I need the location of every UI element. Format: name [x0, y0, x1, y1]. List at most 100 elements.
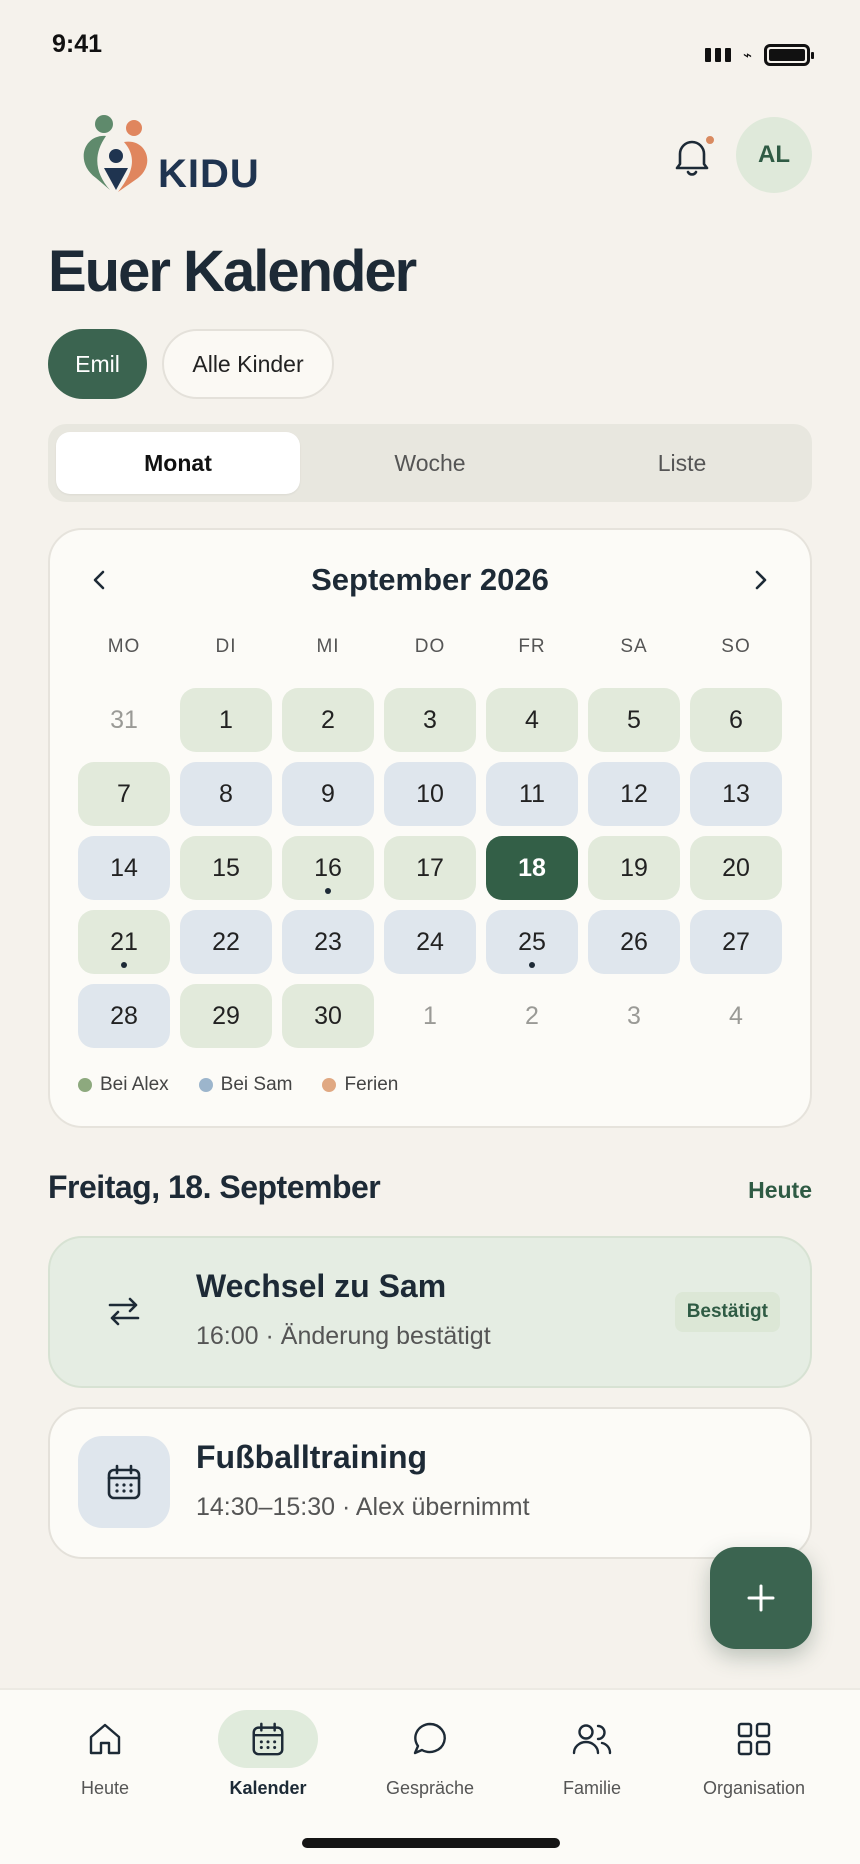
day-number: 9	[321, 779, 335, 808]
day-number: 3	[423, 705, 437, 734]
legend-holiday-dot	[322, 1078, 337, 1092]
calendar-day[interactable]: 29	[180, 984, 272, 1048]
day-number: 27	[722, 927, 750, 956]
day-number: 8	[219, 779, 233, 808]
avatar[interactable]: AL	[736, 117, 812, 193]
people-icon	[542, 1710, 642, 1768]
today-link[interactable]: Heute	[748, 1177, 812, 1204]
day-number: 5	[627, 705, 641, 734]
calendar-day[interactable]: 26	[588, 910, 680, 974]
calendar-day[interactable]: 25	[486, 910, 578, 974]
calendar-day: 3	[588, 984, 680, 1048]
grid-icon	[704, 1710, 804, 1768]
event-title: Fußballtraining	[196, 1439, 428, 1475]
calendar-day[interactable]: 12	[588, 762, 680, 826]
status-time: 9:41	[52, 30, 103, 58]
calendar-day[interactable]: 9	[282, 762, 374, 826]
chip-all-children[interactable]: Alle Kinder	[162, 329, 334, 399]
tab-month[interactable]: Monat	[56, 432, 300, 494]
event-subtitle: 16:00 · Änderung bestätigt	[196, 1322, 491, 1350]
tab-week[interactable]: Woche	[308, 432, 552, 494]
calendar-day[interactable]: 3	[384, 688, 476, 752]
calendar-icon	[218, 1710, 318, 1768]
next-month-button[interactable]	[740, 560, 780, 600]
calendar-day[interactable]: 24	[384, 910, 476, 974]
calendar-day[interactable]: 8	[180, 762, 272, 826]
weekday-label: MI	[316, 636, 340, 657]
add-event-button[interactable]	[710, 1547, 812, 1649]
day-number: 25	[518, 927, 546, 956]
brand-name: KIDU	[158, 152, 260, 196]
weekday-label: DO	[414, 636, 446, 657]
calendar-day[interactable]: 16	[282, 836, 374, 900]
legend-alex-label: Bei Alex	[100, 1074, 169, 1095]
calendar-day[interactable]: 6	[690, 688, 782, 752]
calendar-day[interactable]: 1	[180, 688, 272, 752]
calendar-day: 2	[486, 984, 578, 1048]
day-number: 29	[212, 1001, 240, 1030]
day-number: 7	[117, 779, 131, 808]
calendar-day[interactable]: 13	[690, 762, 782, 826]
calendar-day[interactable]: 4	[486, 688, 578, 752]
home-icon	[55, 1710, 155, 1768]
day-number: 19	[620, 853, 648, 882]
day-number: 10	[416, 779, 444, 808]
calendar-day[interactable]: 28	[78, 984, 170, 1048]
calendar-day[interactable]: 23	[282, 910, 374, 974]
event-dot	[529, 962, 535, 968]
day-number: 4	[729, 1001, 743, 1030]
calendar-day[interactable]: 7	[78, 762, 170, 826]
day-number: 21	[110, 927, 138, 956]
calendar-day[interactable]: 5	[588, 688, 680, 752]
tab-list[interactable]: Liste	[560, 432, 804, 494]
day-number: 4	[525, 705, 539, 734]
nav-calendar[interactable]: Kalender	[188, 1710, 348, 1799]
nav-organisation[interactable]: Organisation	[674, 1710, 834, 1799]
calendar-day[interactable]: 22	[180, 910, 272, 974]
day-number: 24	[416, 927, 444, 956]
calendar-day[interactable]: 15	[180, 836, 272, 900]
calendar-day[interactable]: 27	[690, 910, 782, 974]
day-number: 1	[219, 705, 233, 734]
nav-family-label: Familie	[562, 1778, 621, 1798]
chip-emil[interactable]: Emil	[48, 329, 147, 399]
status-badge: Bestätigt	[674, 1292, 780, 1332]
day-number: 22	[212, 927, 240, 956]
wifi-icon: ⌁	[742, 47, 752, 64]
calendar-day[interactable]: 21	[78, 910, 170, 974]
status-icons: ⌁	[704, 44, 814, 66]
calendar-day[interactable]: 30	[282, 984, 374, 1048]
calendar-day[interactable]: 14	[78, 836, 170, 900]
day-number: 3	[627, 1001, 641, 1030]
calendar-day[interactable]: 11	[486, 762, 578, 826]
calendar-day[interactable]: 10	[384, 762, 476, 826]
calendar-day[interactable]: 2	[282, 688, 374, 752]
calendar-day[interactable]: 17	[384, 836, 476, 900]
event-card-handover[interactable]: Wechsel zu Sam 16:00 · Änderung bestätig…	[48, 1236, 812, 1388]
plus-icon	[747, 1584, 775, 1612]
weekday-label: MO	[107, 636, 141, 657]
day-number: 17	[416, 853, 444, 882]
nav-organisation-label: Organisation	[702, 1778, 806, 1798]
nav-today[interactable]: Heute	[25, 1710, 185, 1799]
nav-chats[interactable]: Gespräche	[350, 1710, 510, 1799]
event-card-football[interactable]: Fußballtraining 14:30–15:30 · Alex übern…	[48, 1407, 812, 1559]
legend-sam: Bei Sam	[198, 1074, 293, 1096]
legend-alex-dot	[78, 1078, 92, 1092]
nav-family[interactable]: Familie	[512, 1710, 672, 1799]
weekday-label: SO	[721, 636, 751, 657]
day-number: 31	[110, 705, 138, 734]
calendar-day[interactable]: 19	[588, 836, 680, 900]
legend-sam-label: Bei Sam	[220, 1074, 293, 1095]
calendar-day[interactable]: 20	[690, 836, 782, 900]
day-number: 28	[110, 1001, 138, 1030]
day-number: 20	[722, 853, 750, 882]
day-number: 12	[620, 779, 648, 808]
nav-chats-label: Gespräche	[385, 1778, 475, 1798]
nav-today-label: Heute	[80, 1778, 130, 1798]
calendar-day-selected[interactable]: 18	[486, 836, 578, 900]
battery-icon	[764, 44, 814, 66]
month-title: September 2026	[311, 562, 549, 597]
selected-day-heading: Freitag, 18. September	[48, 1169, 381, 1205]
day-number: 1	[423, 1001, 437, 1030]
